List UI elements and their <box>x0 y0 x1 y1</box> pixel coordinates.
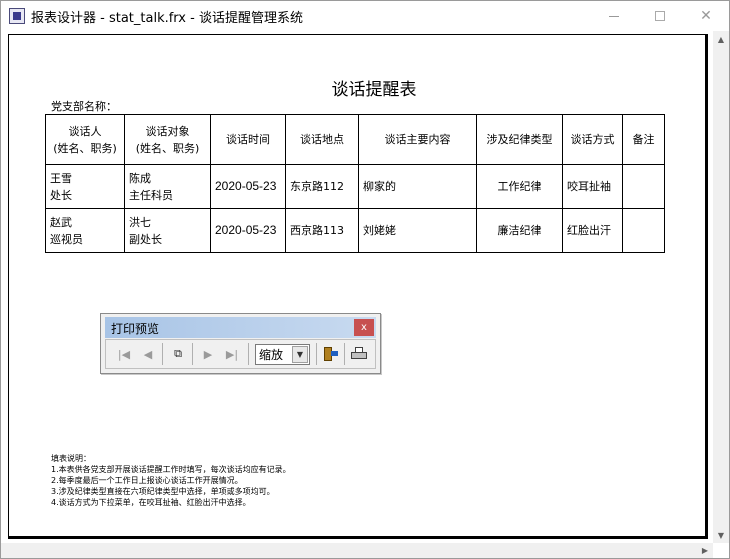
maximize-button[interactable] <box>637 1 683 31</box>
cell-discipline: 工作纪律 <box>476 164 563 209</box>
fill-instructions: 填表说明： 1.本表供各党支部开展谈话提醒工作时填写，每次谈话均应有记录。 2.… <box>51 453 291 508</box>
minimize-icon <box>609 15 619 17</box>
multi-page-button[interactable]: ⧉ <box>168 344 188 364</box>
previous-page-icon: ◀ <box>143 347 153 361</box>
chevron-down-icon[interactable]: ▼ <box>292 346 308 363</box>
cell-target: 洪七 副处长 <box>124 208 211 253</box>
exit-icon <box>323 347 338 361</box>
cell-talker: 王雪 处长 <box>45 164 125 209</box>
previous-page-button[interactable]: ◀ <box>138 344 158 364</box>
cell-place: 东京路112 <box>285 164 359 209</box>
first-page-button[interactable]: |◀ <box>114 344 134 364</box>
header-discipline: 涉及纪律类型 <box>476 114 563 165</box>
table-row: 赵武 巡视员 洪七 副处长 2020-05-23 西京路113 刘姥姥 廉洁纪律 红… <box>45 208 665 253</box>
note-line: 4.谈话方式为下拉菜单，在咬耳扯袖、红脸出汗中选择。 <box>51 498 251 507</box>
cell-content: 柳家的 <box>358 164 477 209</box>
exit-preview-button[interactable] <box>320 344 340 364</box>
print-button[interactable] <box>349 344 369 364</box>
toolbar-title: 打印预览 <box>111 322 160 336</box>
report-page: 谈话提醒表 党支部名称： 谈话人 (姓名、职务) 谈话对象 (姓名、职务) 谈话时间… <box>8 34 708 539</box>
table-header-row: 谈话人 (姓名、职务) 谈话对象 (姓名、职务) 谈话时间 谈话地点 谈话主要内容 … <box>45 114 665 165</box>
first-page-icon: |◀ <box>117 347 131 361</box>
title-bar: 报表设计器 - stat_talk.frx - 谈话提醒管理系统 ✕ <box>1 1 729 31</box>
cell-time: 2020-05-23 <box>210 164 286 209</box>
close-icon: ✕ <box>700 8 712 24</box>
scroll-down-icon[interactable]: ▼ <box>713 527 729 543</box>
scroll-up-icon[interactable]: ▲ <box>713 31 729 47</box>
note-line: 填表说明： <box>51 454 91 463</box>
horizontal-scrollbar[interactable]: ▶ <box>1 543 713 558</box>
cell-method: 咬耳扯袖 <box>562 164 623 209</box>
toolbar-close-button[interactable]: x <box>354 319 374 336</box>
zoom-select[interactable]: 缩放 ▼ <box>255 344 310 365</box>
toolbar-buttons: |◀ ◀ ⧉ ▶ ▶| 缩放 ▼ <box>105 339 376 369</box>
next-page-button[interactable]: ▶ <box>198 344 218 364</box>
minimize-button[interactable] <box>591 1 637 31</box>
cell-method: 红脸出汗 <box>562 208 623 253</box>
toolbar-separator <box>162 343 163 365</box>
header-method: 谈话方式 <box>562 114 623 165</box>
header-place: 谈话地点 <box>285 114 359 165</box>
header-talker: 谈话人 (姓名、职务) <box>45 114 125 165</box>
table-row: 王雪 处长 陈成 主任科员 2020-05-23 东京路112 柳家的 工作纪律 咬… <box>45 164 665 209</box>
cell-time: 2020-05-23 <box>210 208 286 253</box>
header-target: 谈话对象 (姓名、职务) <box>124 114 211 165</box>
scroll-right-icon[interactable]: ▶ <box>697 543 713 558</box>
header-remark: 备注 <box>622 114 665 165</box>
window-title: 报表设计器 - stat_talk.frx - 谈话提醒管理系统 <box>31 11 303 26</box>
multi-page-icon: ⧉ <box>174 347 182 360</box>
report-designer-window: 报表设计器 - stat_talk.frx - 谈话提醒管理系统 ✕ 谈话提醒表… <box>0 0 730 559</box>
cell-remark <box>622 208 665 253</box>
note-line: 1.本表供各党支部开展谈话提醒工作时填写，每次谈话均应有记录。 <box>51 465 291 474</box>
cell-place: 西京路113 <box>285 208 359 253</box>
zoom-value: 缩放 <box>259 348 284 362</box>
toolbar-separator <box>344 343 345 365</box>
toolbar-separator <box>192 343 193 365</box>
cell-target: 陈成 主任科员 <box>124 164 211 209</box>
last-page-icon: ▶| <box>225 347 239 361</box>
print-preview-toolbar: 打印预览 x |◀ ◀ ⧉ ▶ ▶| 缩放 ▼ <box>100 313 381 374</box>
note-line: 2.每季度最后一个工作日上报谈心谈话工作开展情况。 <box>51 476 243 485</box>
note-line: 3.涉及纪律类型直接在六项纪律类型中选择，单项或多项均可。 <box>51 487 275 496</box>
print-icon <box>351 347 367 361</box>
preview-area: 谈话提醒表 党支部名称： 谈话人 (姓名、职务) 谈话对象 (姓名、职务) 谈话时间… <box>1 31 729 558</box>
cell-content: 刘姥姥 <box>358 208 477 253</box>
toolbar-separator <box>316 343 317 365</box>
next-page-icon: ▶ <box>203 347 213 361</box>
app-icon <box>9 8 25 24</box>
close-icon: x <box>361 322 367 333</box>
branch-label: 党支部名称： <box>51 100 117 113</box>
vertical-scrollbar[interactable]: ▲ ▼ <box>713 31 729 543</box>
toolbar-title-bar[interactable]: 打印预览 x <box>105 317 376 338</box>
cell-discipline: 廉洁纪律 <box>476 208 563 253</box>
maximize-icon <box>655 11 665 21</box>
last-page-button[interactable]: ▶| <box>222 344 242 364</box>
talk-table: 谈话人 (姓名、职务) 谈话对象 (姓名、职务) 谈话时间 谈话地点 谈话主要内容 … <box>45 114 665 253</box>
header-content: 谈话主要内容 <box>358 114 477 165</box>
header-time: 谈话时间 <box>210 114 286 165</box>
cell-remark <box>622 164 665 209</box>
cell-talker: 赵武 巡视员 <box>45 208 125 253</box>
close-button[interactable]: ✕ <box>683 1 729 31</box>
report-title: 谈话提醒表 <box>331 80 417 100</box>
toolbar-separator <box>248 343 249 365</box>
